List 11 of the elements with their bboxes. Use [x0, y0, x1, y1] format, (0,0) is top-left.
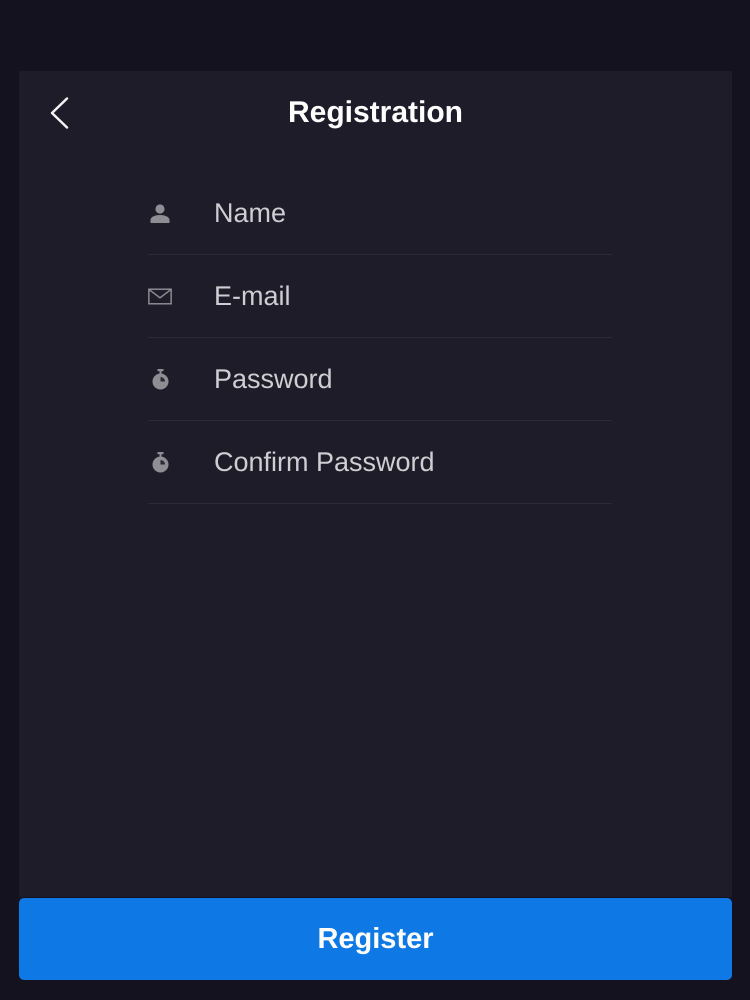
email-field[interactable]: E-mail	[214, 279, 612, 313]
envelope-icon	[148, 286, 172, 306]
password-field[interactable]: Confirm Password	[214, 445, 612, 479]
back-icon[interactable]	[49, 97, 69, 129]
person-icon	[150, 204, 170, 222]
name-field[interactable]: Name	[214, 196, 612, 230]
page-title: Registration	[288, 95, 464, 131]
register-button[interactable]: Register	[19, 898, 732, 980]
stopwatch-icon	[152, 368, 168, 390]
password-field[interactable]: Password	[214, 362, 612, 396]
stopwatch-icon	[152, 452, 168, 472]
